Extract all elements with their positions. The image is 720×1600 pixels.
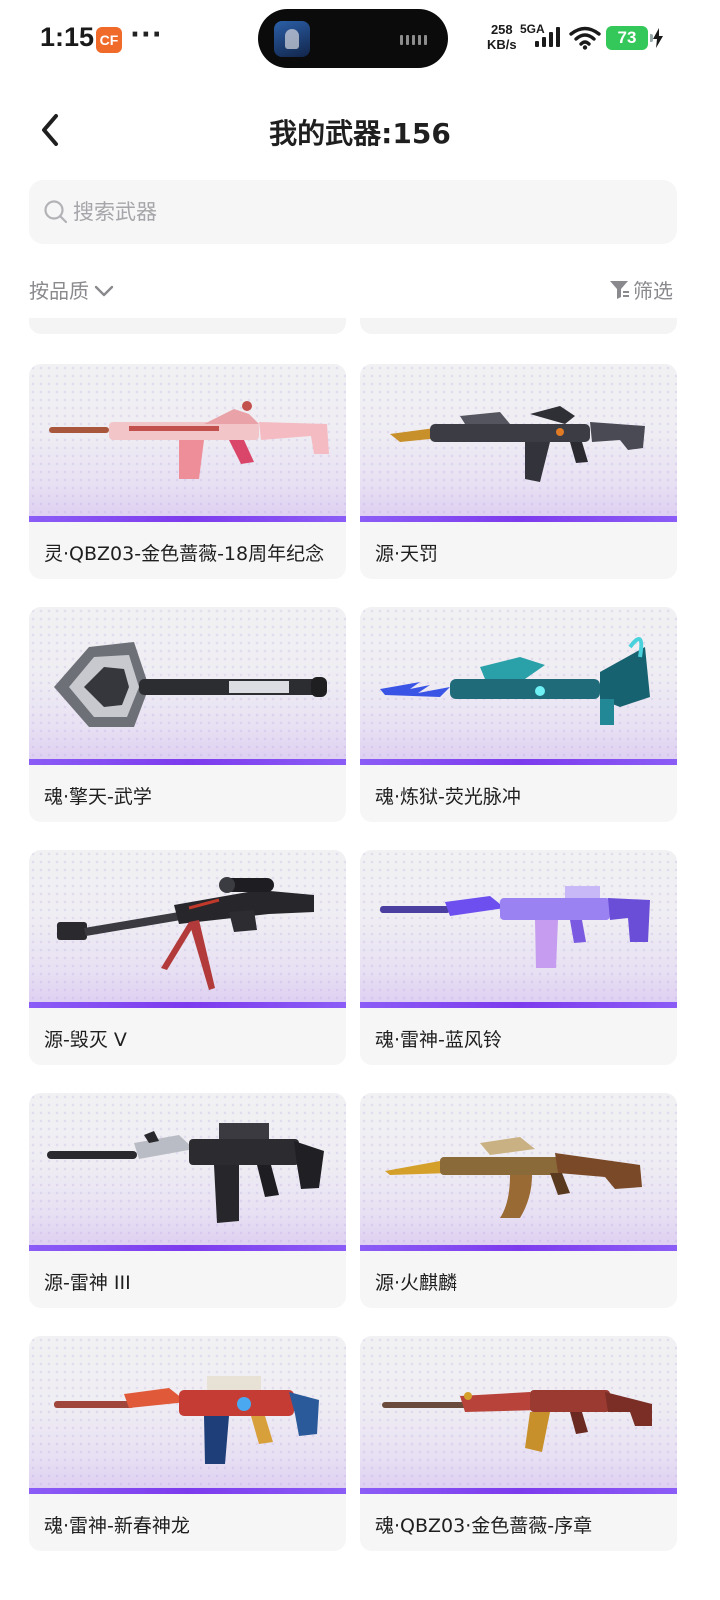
battery-icon: 73 — [606, 26, 653, 50]
weapon-name: 魂·炼狱-荧光脉冲 — [375, 786, 521, 808]
charging-bolt-icon — [653, 28, 663, 48]
chevron-down-icon — [94, 285, 114, 297]
weapon-card[interactable]: 源·火麒麟 — [360, 1093, 677, 1308]
weapon-card[interactable]: 魂·QBZ03·金色蔷薇-序章 — [360, 1336, 677, 1551]
weapon-card[interactable]: 魂·擎天-武学 — [29, 607, 346, 822]
weapon-card-partial[interactable] — [360, 318, 677, 334]
weapon-name: 魂·QBZ03·金色蔷薇-序章 — [375, 1515, 593, 1537]
weapon-name: 灵·QBZ03-金色蔷薇-18周年纪念 — [44, 543, 325, 565]
weapon-card[interactable]: 源·天罚 — [360, 364, 677, 579]
rifle-gold-kylin-icon — [385, 1137, 642, 1218]
rifle-red-gold-icon — [382, 1390, 652, 1452]
weapon-card[interactable]: 魂·雷神-新春神龙 — [29, 1336, 346, 1551]
cellular-signal-icon — [535, 27, 560, 47]
status-bar: 1:15 CF ··· 258 KB/s 5GA 73 — [0, 0, 720, 80]
dynamic-island[interactable] — [258, 9, 448, 68]
page-title: 我的武器:156 — [269, 117, 451, 150]
rifle-black-silver-icon — [47, 1123, 324, 1223]
search-input[interactable] — [73, 190, 653, 234]
network-speed: 258 KB/s — [487, 22, 517, 52]
rifle-red-dragon-icon — [54, 1376, 319, 1464]
weapon-name: 源·火麒麟 — [375, 1272, 458, 1294]
rifle-purple-icon — [380, 886, 650, 968]
weapon-image — [360, 607, 677, 765]
weapon-image — [360, 1093, 677, 1251]
weapon-name: 魂·擎天-武学 — [44, 786, 152, 808]
weapon-image — [29, 1093, 346, 1251]
weapon-image — [29, 607, 346, 765]
quality-sort-dropdown[interactable]: 按品质 — [29, 274, 115, 304]
filter-label: 筛选 — [633, 278, 673, 303]
search-icon — [44, 200, 68, 224]
weapon-image — [29, 364, 346, 522]
funnel-icon — [610, 281, 629, 299]
weapon-card[interactable]: 魂·雷神-蓝风铃 — [360, 850, 677, 1065]
weapon-card[interactable]: 魂·炼狱-荧光脉冲 — [360, 607, 677, 822]
media-thumbnail — [274, 21, 310, 57]
weapon-name: 源·天罚 — [375, 543, 439, 565]
weapon-card-partial[interactable] — [29, 318, 346, 334]
weapon-name: 魂·雷神-蓝风铃 — [375, 1029, 502, 1051]
weapon-card[interactable]: 源-毁灭 V — [29, 850, 346, 1065]
status-time: 1:15 — [40, 22, 95, 52]
network-speed-unit: KB/s — [487, 37, 517, 52]
weapon-name: 魂·雷神-新春神龙 — [44, 1515, 190, 1537]
rifle-pink-rose-icon — [49, 401, 329, 479]
search-bar[interactable] — [29, 180, 677, 244]
weapon-name: 源-毁灭 V — [44, 1029, 127, 1051]
rifle-dark-bayonet-icon — [390, 406, 645, 482]
more-notifications-icon: ··· — [130, 20, 163, 50]
shovel-melee-icon — [54, 642, 327, 727]
wifi-icon — [569, 26, 601, 50]
weapon-image — [360, 364, 677, 522]
sniper-rifle-red-icon — [57, 877, 314, 990]
weapon-image — [360, 1336, 677, 1494]
weapon-image — [360, 850, 677, 1008]
weapon-grid: 灵·QBZ03-金色蔷薇-18周年纪念 源·天罚 魂·擎天-武学 魂·炼狱-荧光… — [0, 318, 720, 1600]
quality-sort-label: 按品质 — [29, 278, 89, 303]
app-notification-icon: CF — [96, 27, 122, 53]
weapon-image — [29, 850, 346, 1008]
dragon-rifle-cyan-icon — [380, 637, 650, 725]
weapon-card[interactable]: 灵·QBZ03-金色蔷薇-18周年纪念 — [29, 364, 346, 579]
weapon-image — [29, 1336, 346, 1494]
audio-bars-icon — [400, 34, 430, 46]
network-speed-value: 258 — [490, 22, 513, 37]
filter-button[interactable]: 筛选 — [608, 274, 673, 304]
weapon-name: 源-雷神 III — [44, 1272, 131, 1294]
weapon-card[interactable]: 源-雷神 III — [29, 1093, 346, 1308]
